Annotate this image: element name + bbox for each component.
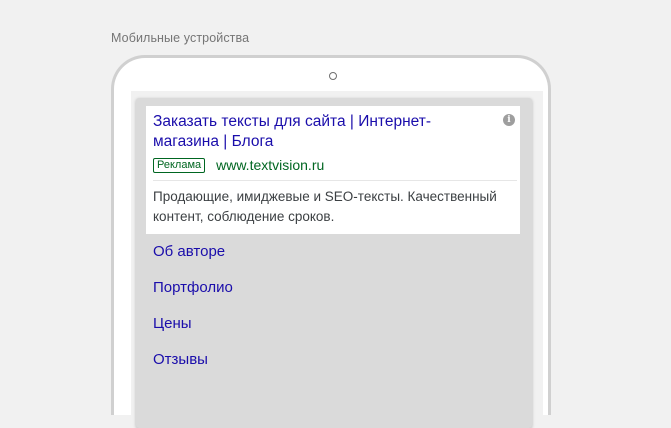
sitelink-reviews[interactable]: Отзывы — [153, 342, 513, 378]
info-icon[interactable]: i — [503, 114, 515, 126]
sitelink-prices[interactable]: Цены — [153, 306, 513, 342]
sitelink-portfolio[interactable]: Портфолио — [153, 270, 513, 306]
camera-icon — [329, 72, 337, 80]
ad-description: Продающие, имиджевые и SEO-тексты. Качес… — [153, 189, 497, 224]
device-screen: Заказать тексты для сайта | Интернет-маг… — [131, 91, 543, 428]
ad-body: Заказать тексты для сайта | Интернет-маг… — [146, 106, 520, 234]
ad-title-link[interactable]: Заказать тексты для сайта | Интернет-маг… — [153, 112, 493, 152]
section-label: Мобильные устройства — [111, 31, 250, 45]
ad-display-url: www.textvision.ru — [216, 157, 325, 173]
ad-card: Заказать тексты для сайта | Интернет-маг… — [136, 98, 532, 428]
sitelinks-list: Об авторе Портфолио Цены Отзывы — [153, 234, 513, 378]
sitelink-about-author[interactable]: Об авторе — [153, 234, 513, 270]
ad-badge: Реклама — [153, 157, 206, 173]
divider — [153, 180, 517, 181]
mobile-device-frame: Заказать тексты для сайта | Интернет-маг… — [111, 55, 551, 428]
ad-url-row: Реклама www.textvision.ru — [153, 157, 324, 173]
